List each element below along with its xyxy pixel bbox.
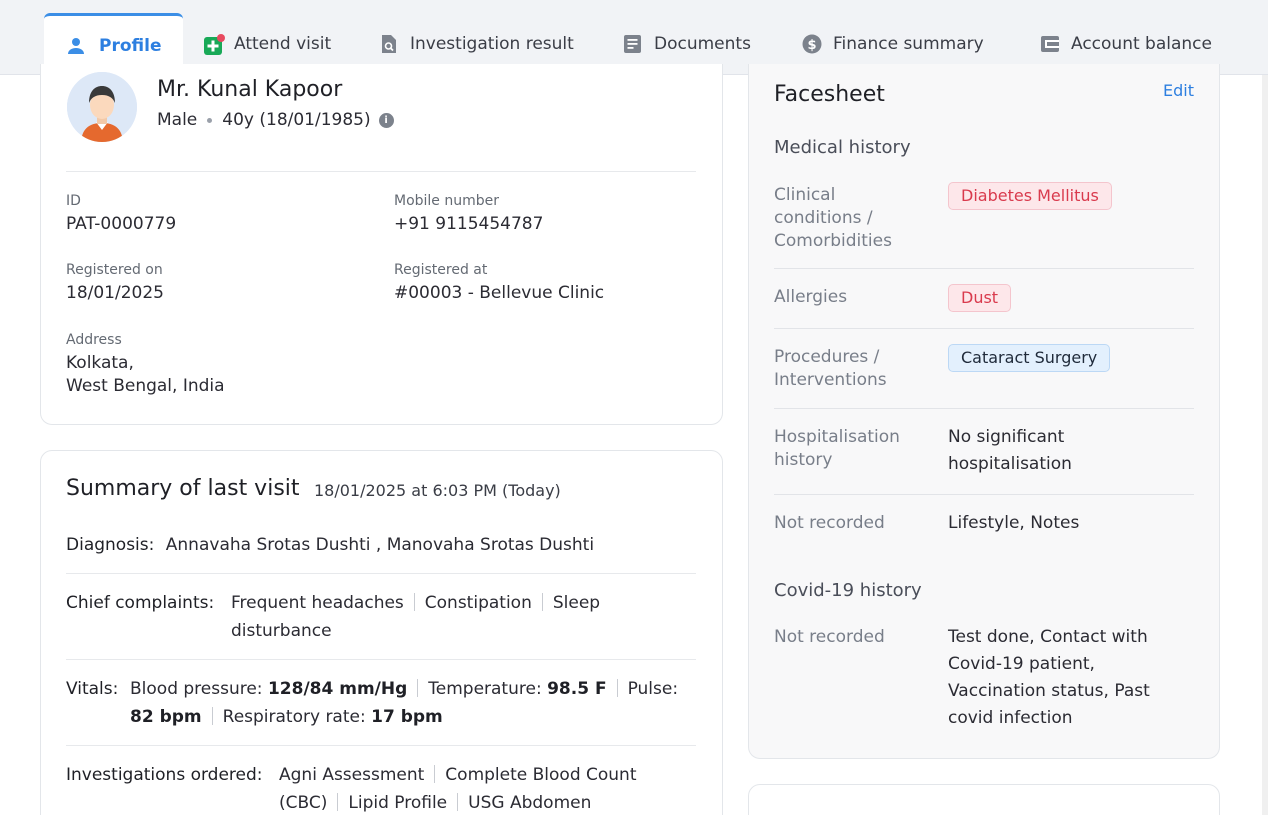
tab-label: Account balance <box>1071 34 1212 54</box>
conditions-label: Clinical conditions / Comorbidities <box>774 185 892 251</box>
divider <box>774 408 1194 409</box>
procedures-label: Procedures / Interventions <box>774 347 887 390</box>
complaints-values: Frequent headaches Constipation Sleep dist… <box>231 589 651 645</box>
tab-label: Finance summary <box>833 34 984 54</box>
patient-age-dob: 40y (18/01/1985) <box>222 110 371 130</box>
procedure-chip: Cataract Surgery <box>948 344 1111 372</box>
divider <box>774 494 1194 495</box>
complaints-label: Chief complaints: <box>66 593 215 613</box>
bp-label: Blood pressure: <box>130 679 263 699</box>
divider <box>66 659 696 660</box>
avatar <box>67 72 137 142</box>
facesheet-card: Facesheet Edit Medical history Clinical … <box>748 64 1220 759</box>
tab-label: Profile <box>99 35 162 56</box>
registered-on-label: Registered on <box>66 262 163 278</box>
address-label: Address <box>66 332 122 348</box>
search-document-icon <box>379 34 399 54</box>
complaint-item: Frequent headaches <box>231 593 404 613</box>
investigation-item: USG Abdomen <box>468 793 592 813</box>
facesheet-title: Facesheet <box>774 82 885 107</box>
divider <box>66 573 696 574</box>
medical-plus-icon <box>203 34 225 55</box>
complaint-item: Sleep <box>552 593 601 613</box>
document-icon <box>623 34 643 54</box>
next-card <box>748 784 1220 815</box>
pulse-value: 82 bpm <box>130 707 202 727</box>
not-recorded-label: Not recorded <box>774 513 885 533</box>
address-line-2: West Bengal, India <box>66 376 225 396</box>
tab-label: Attend visit <box>234 34 332 54</box>
vitals-label: Vitals: <box>66 679 119 699</box>
diagnosis-row: Diagnosis: Annavaha Srotas Dushti , Mano… <box>66 531 706 559</box>
dollar-icon: $ <box>802 34 822 54</box>
allergies-label: Allergies <box>774 287 848 307</box>
id-value: PAT-0000779 <box>66 214 177 234</box>
divider <box>66 745 696 746</box>
covid-not-recorded-label: Not recorded <box>774 627 885 647</box>
patient-gender: Male <box>157 110 198 130</box>
divider <box>774 328 1194 329</box>
summary-title: Summary of last visit <box>66 476 300 501</box>
patient-profile-card: Mr. Kunal Kapoor Male 40y (18/01/1985) i… <box>40 64 723 425</box>
mobile-label: Mobile number <box>394 193 500 209</box>
diagnosis-value: Annavaha Srotas Dushti , Manovaha Srotas… <box>165 535 595 555</box>
mobile-value: +91 9115454787 <box>394 214 544 234</box>
summary-time: 18/01/2025 at 6:03 PM (Today) <box>314 481 561 500</box>
medical-history-heading: Medical history <box>774 137 911 158</box>
tab-label: Investigation result <box>410 34 574 54</box>
patient-meta: Male 40y (18/01/1985) i <box>157 110 394 130</box>
investigations-values: Agni Assessment Complete Blood Count (CBC… <box>279 761 699 815</box>
info-icon[interactable]: i <box>378 112 394 128</box>
allergy-chip: Dust <box>948 284 1012 312</box>
registered-at-label: Registered at <box>394 262 488 278</box>
scrollbar[interactable] <box>1262 75 1268 815</box>
investigations-label: Investigations ordered: <box>66 765 263 785</box>
vitals-row: Vitals: Blood pressure: 128/84 mm/Hg Temp… <box>66 675 706 727</box>
complaint-item: Constipation <box>424 593 532 613</box>
last-visit-summary-card: Summary of last visit 18/01/2025 at 6:03… <box>40 450 723 815</box>
tab-label: Documents <box>654 34 751 54</box>
investigation-item: Lipid Profile <box>348 793 448 813</box>
investigation-item: Agni Assessment <box>279 765 425 785</box>
dot-separator <box>207 117 213 123</box>
bp-value: 128/84 mm/Hg <box>267 679 408 699</box>
investigation-item-cont: (CBC) <box>279 793 328 813</box>
registered-on-value: 18/01/2025 <box>66 283 164 303</box>
complaint-item-cont: disturbance <box>231 621 332 641</box>
covid-not-recorded-value: Test done, Contact with Covid-19 patient… <box>948 627 1150 728</box>
wallet-icon <box>1040 34 1060 54</box>
complaints-row: Chief complaints: Frequent headaches Cons… <box>66 589 706 641</box>
condition-chip: Diabetes Mellitus <box>948 182 1112 210</box>
address-line-1: Kolkata, <box>66 353 134 373</box>
divider <box>774 268 1194 269</box>
edit-link[interactable]: Edit <box>1163 81 1194 100</box>
registered-at-value: #00003 - Bellevue Clinic <box>394 283 605 303</box>
id-label: ID <box>66 193 81 209</box>
pulse-label: Pulse: <box>627 679 679 699</box>
not-recorded-value: Lifestyle, Notes <box>948 513 1080 533</box>
person-icon <box>66 36 86 56</box>
resp-label: Respiratory rate: <box>222 707 366 727</box>
temp-value: 98.5 F <box>547 679 607 699</box>
investigations-row: Investigations ordered: Agni Assessment C… <box>66 761 706 813</box>
temp-label: Temperature: <box>428 679 542 699</box>
vitals-values: Blood pressure: 128/84 mm/Hg Temperature:… <box>130 675 700 731</box>
patient-name: Mr. Kunal Kapoor <box>157 77 343 102</box>
hospitalisation-label: Hospitalisation history <box>774 427 900 470</box>
covid-history-heading: Covid-19 history <box>774 580 922 601</box>
svg-text:$: $ <box>807 38 816 53</box>
diagnosis-label: Diagnosis: <box>66 535 155 555</box>
hospitalisation-value: No significant hospitalisation <box>948 427 1072 474</box>
divider <box>66 171 696 172</box>
investigation-item: Complete Blood Count <box>445 765 637 785</box>
resp-value: 17 bpm <box>371 707 443 727</box>
